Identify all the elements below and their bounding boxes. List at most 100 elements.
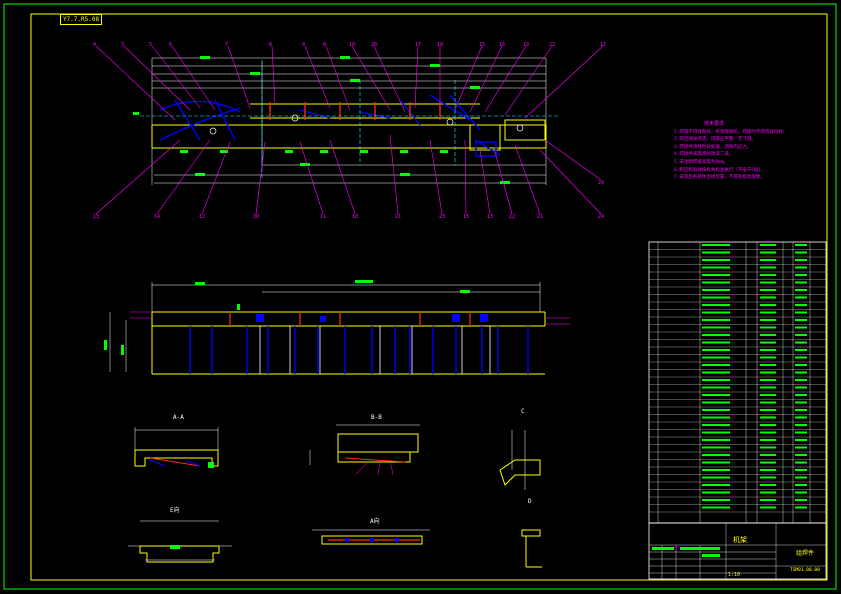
detail-c [499,430,541,490]
table-cell-text [702,296,730,299]
table-cell-text [702,454,730,456]
table-cell-text [795,506,807,509]
svg-text:20: 20 [371,42,377,48]
table-cell-text [795,484,807,486]
table-cell-text [702,469,730,471]
svg-text:11: 11 [320,214,326,220]
svg-text:21: 21 [537,214,543,220]
table-cell-text [795,356,807,359]
svg-text:23: 23 [439,214,445,220]
section-label-a: A-A [173,414,184,421]
table-cell-text [760,461,776,464]
table-cell-text [702,484,730,486]
svg-text:24: 24 [598,180,604,186]
table-cell-text [795,259,807,261]
note-line: 1.焊缝不得有裂纹、夹渣等缺陷，焊接时不得烧穿母材。 [674,129,788,135]
svg-text:7: 7 [225,42,228,48]
table-cell-text [702,326,730,329]
note-line: 6.制造和验收按有关标准执行（不低于C级）。 [674,167,766,173]
view-a-direction [312,529,430,545]
table-cell-text [760,454,776,456]
section-a-a [134,427,219,468]
parts-list [648,241,827,524]
note-line: 2.焊后清除焊渣，焊缝应平整、无飞溅。 [674,137,756,143]
svg-text:30: 30 [253,214,259,220]
main-front-view: 4 3 5 6 7 8 9 8 10 20 17 18 15 16 19 22 12 13 14 12 3… [93,42,606,220]
table-cell-text [702,506,730,509]
table-cell-text [702,394,730,396]
table-cell-text [795,349,807,351]
section-label-b: B-B [371,414,382,421]
table-cell-text [795,416,807,419]
section-b-b [309,424,420,476]
table-cell-text [795,439,807,441]
svg-text:17: 17 [415,42,421,48]
svg-text:9: 9 [302,42,305,48]
title-block-scale: 1:10 [728,572,741,578]
title-block-material: 组焊件 [796,550,815,557]
svg-text:13: 13 [93,214,99,220]
table-cell-text [760,319,776,321]
title-block-drawing-no: TSM01.00.00 [790,568,820,573]
table-cell-text [760,371,776,374]
table-cell-text [795,454,807,456]
table-cell-text [795,476,807,479]
table-cell-text [702,386,730,389]
table-cell-text [702,416,730,419]
technical-notes: 技术要求 1.焊缝不得有裂纹、夹渣等缺陷，焊接时不得烧穿母材。 2.焊后清除焊渣… [674,121,804,182]
svg-text:16: 16 [499,42,505,48]
svg-text:22: 22 [509,214,515,220]
table-cell-text [702,251,730,254]
svg-text:19: 19 [523,42,529,48]
table-cell-text [760,341,776,344]
note-line: 7.安装后各部件连接可靠，不得有松动现象。 [674,175,765,181]
table-cell-text [795,409,807,411]
table-cell-text [702,341,730,344]
svg-text:10: 10 [349,42,355,48]
table-cell-text [795,379,807,381]
table-cell-text [760,394,776,396]
table-cell-text [702,379,730,381]
table-cell-text [760,499,776,501]
view-e [128,520,232,563]
svg-text:15: 15 [463,214,469,220]
svg-text:10: 10 [352,214,358,220]
table-cell-text [760,326,776,329]
table-cell-text [760,506,776,509]
table-cell-text [760,409,776,411]
svg-text:18: 18 [437,42,443,48]
plan-view [104,280,570,375]
table-cell-text [760,251,776,254]
svg-text:24: 24 [598,214,604,220]
svg-text:4: 4 [93,42,96,48]
table-cell-text [760,379,776,381]
svg-text:6: 6 [169,42,172,48]
table-cell-text [702,476,730,479]
note-line: 4.焊接件表面涂防锈漆二道。 [674,152,734,158]
table-cell-text [760,364,776,366]
section-label-a-direction: A向 [370,518,380,525]
cad-drawing-sheet: 4 3 5 6 7 8 9 8 10 20 17 18 15 16 19 22 12 13 14 12 3… [3,3,837,590]
table-cell-text [760,274,776,276]
table-cell-text [702,311,730,314]
table-cell-text [760,416,776,419]
table-cell-text [795,424,807,426]
table-cell-text [795,469,807,471]
table-cell-text [795,304,807,306]
table-cell-text [795,334,807,336]
title-block-name: 机架 [733,536,747,544]
table-cell-text [760,266,776,269]
table-cell-text [760,401,776,404]
table-cell-text [702,266,730,269]
table-cell-text [702,431,730,434]
svg-text:13: 13 [487,214,493,220]
note-line: 5.未注明焊缝高度为8mm。 [674,159,729,165]
table-cell-text [760,424,776,426]
table-cell-text [795,341,807,344]
table-cell-text [760,296,776,299]
table-cell-text [795,499,807,501]
table-cell-text [760,446,776,449]
table-cell-text [795,296,807,299]
svg-text:14: 14 [154,214,160,220]
table-cell-text [760,304,776,306]
